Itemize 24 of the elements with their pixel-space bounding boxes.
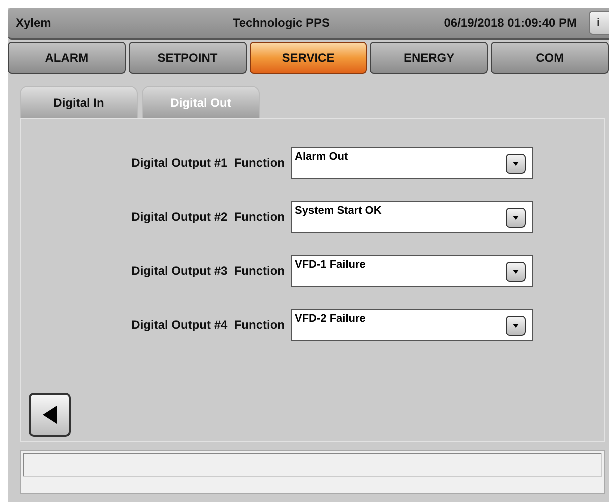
field-label: Digital Output #3 Function bbox=[130, 264, 286, 278]
date-time: 06/19/2018 01:09:40 PM bbox=[443, 16, 578, 30]
field-label: Digital Output #1 Function bbox=[130, 156, 286, 170]
nav-tab[interactable]: ALARM bbox=[8, 42, 126, 74]
info-button[interactable]: i bbox=[589, 11, 609, 35]
nav-tab[interactable]: SETPOINT bbox=[128, 42, 247, 74]
field-label: Digital Output #4 Function bbox=[130, 318, 286, 332]
function-dropdown[interactable]: System Start OK bbox=[291, 201, 533, 233]
function-dropdown[interactable]: VFD-2 Failure bbox=[291, 309, 533, 341]
sub-tab[interactable]: Digital In bbox=[20, 86, 138, 118]
nav-tab[interactable]: COM bbox=[491, 42, 609, 74]
dropdown-value: Alarm Out bbox=[295, 151, 348, 163]
dropdown-value: VFD-2 Failure bbox=[295, 313, 366, 325]
dropdown-value: VFD-1 Failure bbox=[295, 259, 366, 271]
function-dropdown[interactable]: VFD-1 Failure bbox=[291, 255, 533, 287]
nav-tab[interactable]: SERVICE bbox=[250, 42, 368, 74]
left-triangle-icon bbox=[43, 406, 57, 424]
back-button[interactable] bbox=[29, 393, 71, 437]
window-title: Technologic PPS bbox=[232, 16, 332, 30]
nav-tab[interactable]: ENERGY bbox=[370, 42, 488, 74]
function-dropdown[interactable]: Alarm Out bbox=[291, 147, 533, 179]
field-label: Digital Output #2 Function bbox=[130, 210, 286, 224]
dropdown-value: System Start OK bbox=[295, 205, 382, 217]
app-name: Xylem bbox=[15, 16, 52, 30]
